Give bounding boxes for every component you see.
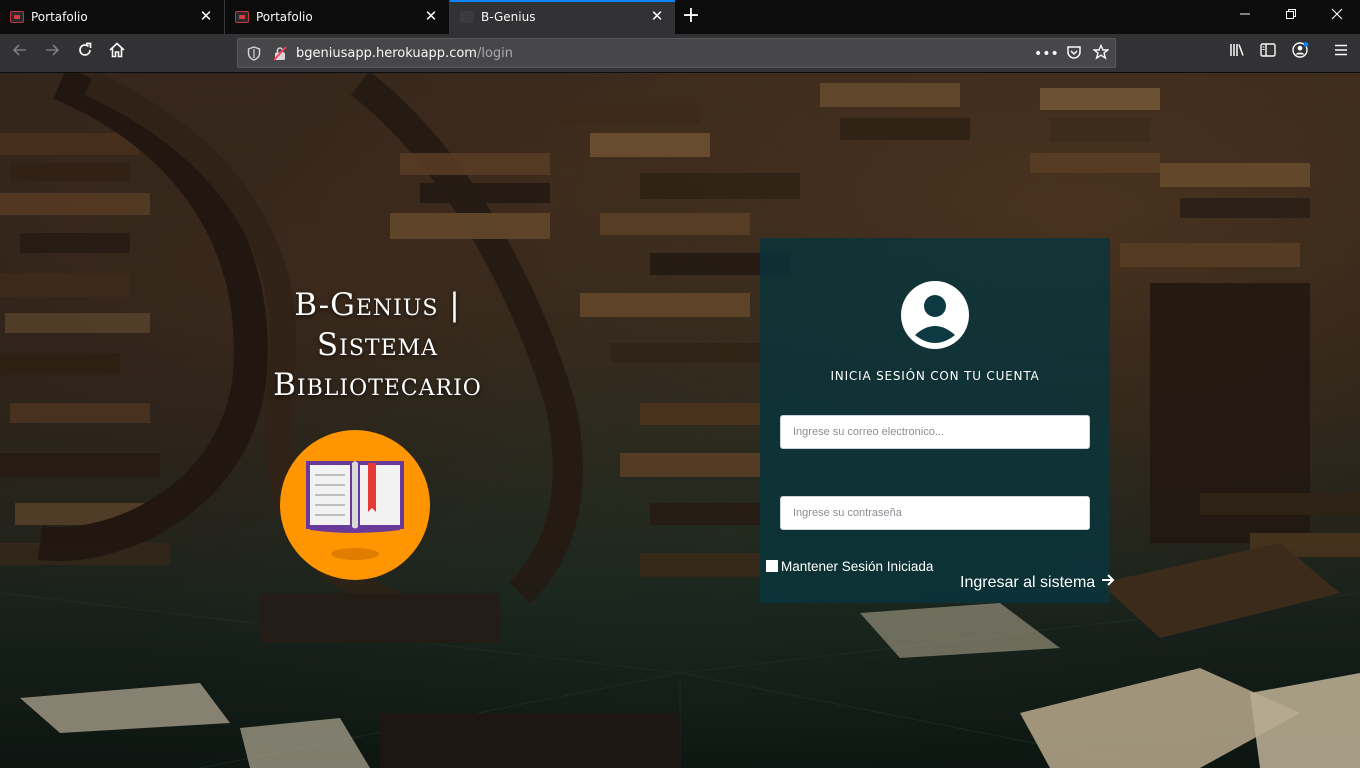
minimize-icon[interactable] [1234,6,1256,28]
checkbox-icon[interactable] [766,560,778,572]
navigation-toolbar: bgeniusapp.herokuapp.com/login ••• [0,34,1360,73]
close-icon[interactable]: ✕ [198,8,214,24]
portfolio-favicon-icon [235,11,249,23]
tab-b-genius[interactable]: B-Genius ✕ [450,0,675,34]
site-title-line-1: B-Genius | [294,287,461,323]
remember-session-label: Mantener Sesión Iniciada [781,559,934,574]
arrow-right-icon [1101,573,1115,592]
site-title: B-Genius | Sistema Bibliotecario [230,285,525,405]
tracking-shield-icon[interactable] [247,46,261,61]
default-favicon-icon [460,11,474,23]
close-window-icon[interactable] [1326,6,1348,28]
tab-portafolio-2[interactable]: Portafolio ✕ [225,0,450,34]
tab-bar: Portafolio ✕ Portafolio ✕ B-Genius ✕ + [0,0,1360,34]
account-icon[interactable] [1288,41,1312,65]
tab-title: Portafolio [31,10,88,24]
user-avatar-icon [901,281,969,349]
bookmark-star-icon[interactable] [1091,43,1111,64]
back-icon[interactable] [8,41,32,65]
login-submit-label: Ingresar al sistema [960,574,1096,591]
menu-icon[interactable] [1329,41,1353,65]
site-title-line-3: Bibliotecario [273,367,482,403]
open-book-icon [306,461,404,560]
home-icon[interactable] [105,41,129,65]
new-tab-icon[interactable]: + [680,5,702,27]
forward-icon[interactable] [40,41,64,65]
restore-icon[interactable] [1280,6,1302,28]
page-actions-icon[interactable]: ••• [1034,44,1059,64]
sidebar-icon[interactable] [1256,41,1280,65]
close-icon[interactable]: ✕ [649,8,665,24]
login-submit-button[interactable]: Ingresar al sistema [960,573,1115,592]
portfolio-favicon-icon [10,11,24,23]
login-panel: INICIA SESIÓN CON TU CUENTA Mantener Ses… [760,238,1115,603]
open-book-logo [280,430,430,580]
tab-title: Portafolio [256,10,313,24]
email-field[interactable] [780,415,1090,449]
password-field[interactable] [780,496,1090,530]
url-bar[interactable]: bgeniusapp.herokuapp.com/login ••• [237,38,1116,68]
close-icon[interactable]: ✕ [423,8,439,24]
site-title-line-2: Sistema [316,327,439,363]
library-icon[interactable] [1225,41,1249,65]
url-text[interactable]: bgeniusapp.herokuapp.com/login [296,46,513,61]
login-title: INICIA SESIÓN CON TU CUENTA [830,369,1040,383]
page-viewport: B-Genius | Sistema Bibliotecario INICIA … [0,73,1360,768]
tab-title: B-Genius [481,10,536,24]
tab-portafolio-1[interactable]: Portafolio ✕ [0,0,225,34]
insecure-lock-icon[interactable] [273,46,287,61]
url-host: bgeniusapp.herokuapp.com [296,46,477,61]
remember-session-checkbox[interactable]: Mantener Sesión Iniciada [766,559,933,574]
reload-icon[interactable] [73,41,97,65]
url-path: /login [476,46,514,61]
library-background-image [0,73,1360,768]
pocket-icon[interactable] [1064,44,1084,64]
